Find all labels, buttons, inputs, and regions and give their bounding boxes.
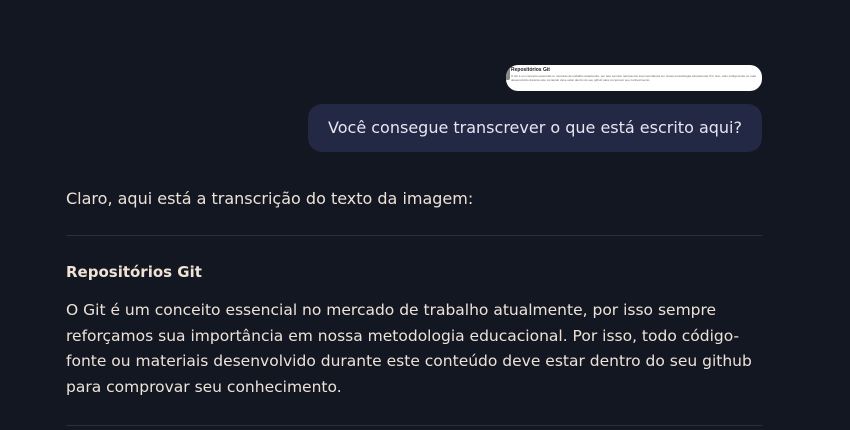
thumbnail-line: desenvolvido durante este conteúdo deve … — [511, 78, 651, 82]
attached-image-thumbnail[interactable]: Repositórios Git O Git é um conceito ess… — [506, 65, 762, 91]
assistant-intro-text: Claro, aqui está a transcrição do texto … — [66, 189, 474, 208]
transcription-heading: Repositórios Git — [66, 263, 202, 281]
thumbnail-title: Repositórios Git — [511, 67, 550, 73]
transcription-body: O Git é um conceito essencial no mercado… — [66, 301, 752, 396]
divider — [66, 425, 762, 426]
divider — [66, 235, 762, 236]
chat-thread: Repositórios Git O Git é um conceito ess… — [0, 0, 850, 430]
thumbnail-marker — [506, 68, 510, 80]
user-message-bubble: Você consegue transcrever o que está esc… — [308, 104, 762, 152]
